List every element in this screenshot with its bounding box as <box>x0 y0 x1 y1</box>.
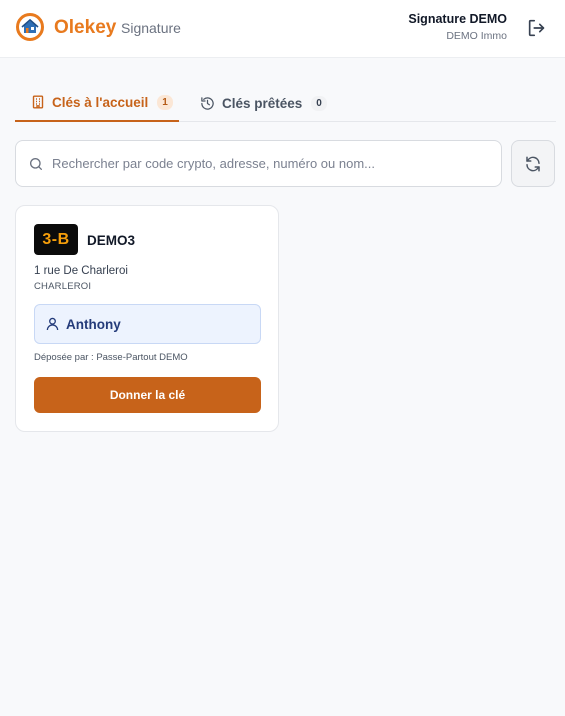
holder-name: Anthony <box>66 317 121 332</box>
deposited-by: Déposée par : Passe-Partout DEMO <box>34 352 188 363</box>
brand-name: Olekey <box>54 17 117 38</box>
count-badge: 1 <box>157 94 173 110</box>
user-icon <box>46 317 59 331</box>
logout-icon[interactable] <box>526 17 548 39</box>
refresh-icon <box>526 156 540 171</box>
house-logo-icon[interactable] <box>16 13 44 41</box>
search-box <box>15 140 502 187</box>
building-icon <box>32 95 44 109</box>
app-header: Olekey Signature Signature DEMO DEMO Imm… <box>0 0 565 58</box>
product-name: Signature <box>121 20 181 36</box>
refresh-button[interactable] <box>511 140 555 187</box>
key-address: 1 rue De Charleroi <box>34 265 128 277</box>
tab-keys-at-reception[interactable]: Clés à l'accueil 1 <box>15 84 179 122</box>
user-organization: DEMO Immo <box>446 30 507 42</box>
user-name: Signature DEMO <box>408 12 507 26</box>
crypto-code-badge: 3-B <box>34 224 78 255</box>
key-city: CHARLEROI <box>34 281 92 292</box>
search-input[interactable] <box>52 142 492 185</box>
give-key-button[interactable]: Donner la clé <box>34 377 261 413</box>
tab-lent-keys[interactable]: Clés prêtées 0 <box>200 84 327 122</box>
tab-bar: Clés à l'accueil 1 Clés prêtées 0 <box>15 84 556 122</box>
key-holder: Anthony <box>34 304 261 344</box>
count-badge: 0 <box>311 95 327 111</box>
tab-label: Clés prêtées <box>222 95 303 111</box>
key-card: 3-B DEMO3 1 rue De Charleroi CHARLEROI A… <box>15 205 279 432</box>
search-icon <box>30 158 42 170</box>
history-icon <box>201 96 214 110</box>
tab-label: Clés à l'accueil <box>52 94 149 110</box>
key-name: DEMO3 <box>87 233 136 248</box>
